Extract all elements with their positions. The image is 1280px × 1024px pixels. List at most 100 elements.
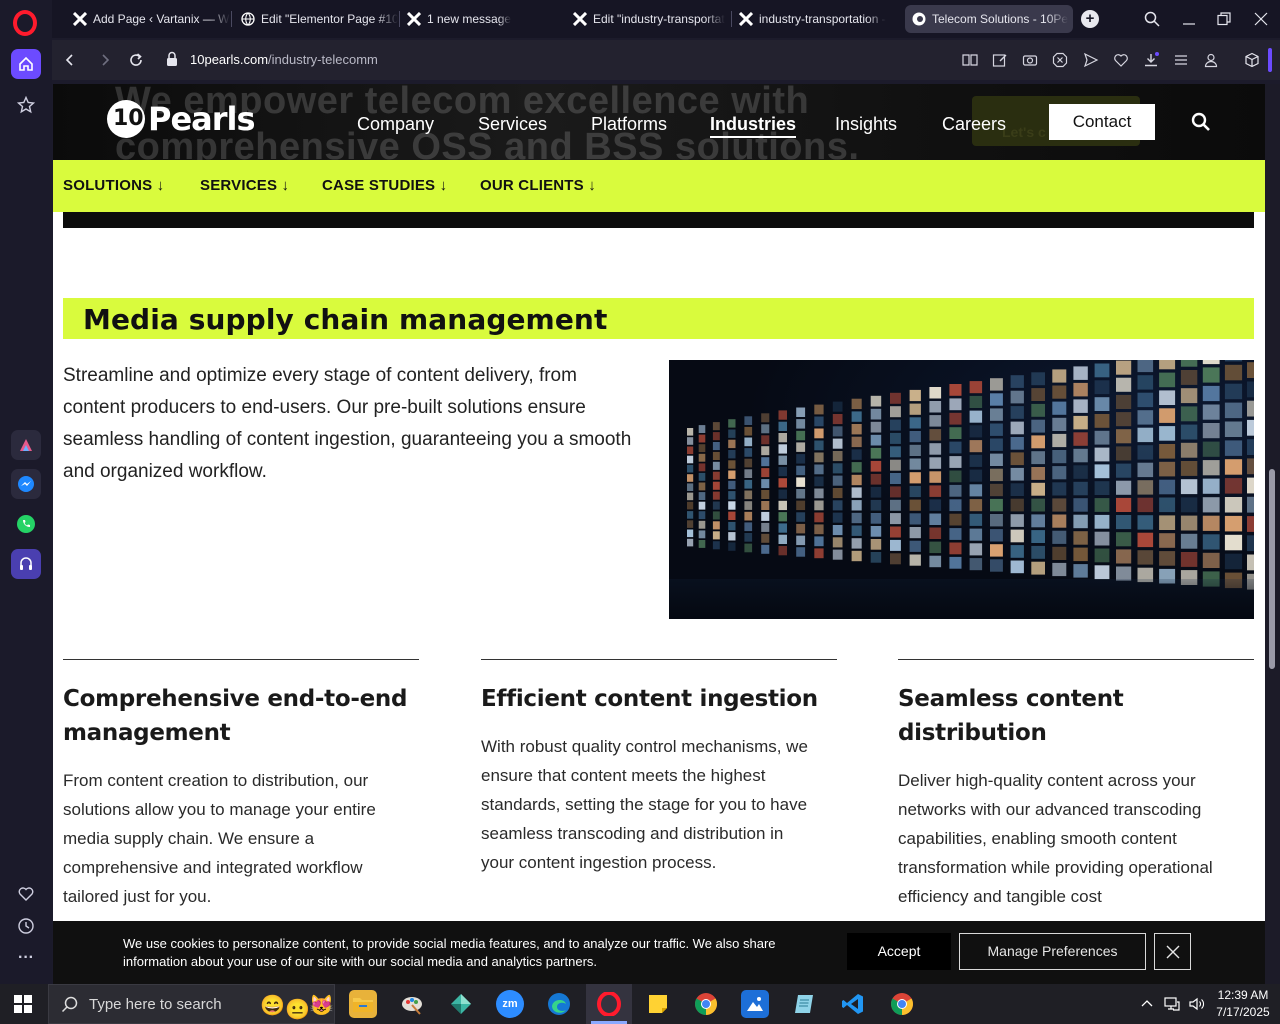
video-screen-tile xyxy=(698,501,706,510)
back-button[interactable] xyxy=(60,50,80,70)
minimize-button[interactable] xyxy=(1178,8,1200,30)
new-tab-button[interactable]: + xyxy=(1081,10,1099,28)
video-screen-tile xyxy=(1137,480,1154,495)
downloads-icon[interactable] xyxy=(1141,50,1161,70)
video-screen-tile xyxy=(909,389,921,402)
url-field[interactable]: 10pearls.com/industry-telecomm xyxy=(190,52,378,67)
forward-button[interactable] xyxy=(95,50,115,70)
nav-insights[interactable]: Insights xyxy=(835,114,897,135)
tab-telecom-solutions[interactable]: Telecom Solutions - 10Pe xyxy=(905,5,1073,33)
video-screen-tile xyxy=(687,428,694,436)
windows-start-icon[interactable] xyxy=(14,995,32,1013)
video-screen-tile xyxy=(1202,460,1220,476)
close-icon[interactable] xyxy=(1154,933,1191,970)
volume-icon[interactable] xyxy=(1188,996,1206,1012)
vscode-icon[interactable] xyxy=(839,990,867,1018)
chrome-icon[interactable] xyxy=(692,990,720,1018)
video-screen-tile xyxy=(929,527,942,539)
column-divider xyxy=(898,659,1254,660)
emoji-2-icon: 😐 xyxy=(285,999,310,1021)
video-screen-tile xyxy=(1073,432,1088,446)
notepad-app-icon[interactable] xyxy=(790,990,818,1018)
video-screen-tile xyxy=(796,407,806,417)
network-icon[interactable] xyxy=(1164,996,1180,1012)
search-tabs-icon[interactable] xyxy=(1141,8,1163,30)
restore-button[interactable] xyxy=(1213,8,1235,30)
subnav-services[interactable]: SERVICES ↓ xyxy=(200,177,289,194)
photos-icon[interactable] xyxy=(741,990,769,1018)
bookmark-heart-icon[interactable] xyxy=(1111,50,1131,70)
video-screen-tile xyxy=(1137,532,1154,548)
sticky-notes-icon[interactable] xyxy=(644,990,672,1018)
video-screen-tile xyxy=(796,477,806,487)
video-screen-tile xyxy=(1010,529,1024,543)
subnav-our-clients[interactable]: OUR CLIENTS ↓ xyxy=(480,177,596,194)
easy-setup-icon[interactable] xyxy=(1171,50,1191,70)
video-screen-tile xyxy=(1159,461,1176,477)
video-screen-tile xyxy=(1094,363,1110,378)
opera-taskbar-icon[interactable] xyxy=(586,984,632,1024)
section-title-band: Media supply chain management xyxy=(63,298,1254,339)
subnav-case-studies[interactable]: CASE STUDIES ↓ xyxy=(322,177,447,194)
reload-button[interactable] xyxy=(126,50,146,70)
page-scrollbar[interactable] xyxy=(1265,84,1280,984)
cube-app-icon[interactable] xyxy=(447,990,475,1018)
ad-blocker-icon[interactable] xyxy=(1050,50,1070,70)
10pearls-logo[interactable]: 10 Pearls xyxy=(107,100,256,138)
taskbar-search-box[interactable]: Type here to search 😄 😐 😻 xyxy=(48,984,335,1024)
scrollbar-thumb[interactable] xyxy=(1269,469,1275,669)
nav-careers[interactable]: Careers xyxy=(942,114,1006,135)
taskbar-clock[interactable]: 12:39 AM 7/17/2025 xyxy=(1210,987,1276,1021)
nav-platforms[interactable]: Platforms xyxy=(591,114,667,135)
edge-icon[interactable] xyxy=(545,990,573,1018)
contact-button[interactable]: Contact xyxy=(1049,104,1155,140)
chrome-2-icon[interactable] xyxy=(888,990,916,1018)
video-screen-tile xyxy=(1073,366,1088,380)
opera-logo-icon[interactable] xyxy=(13,10,37,36)
video-screen-tile xyxy=(1073,564,1088,578)
search-icon[interactable] xyxy=(1191,112,1211,137)
accept-cookies-button[interactable]: Accept xyxy=(847,933,951,970)
subnav-solutions[interactable]: SOLUTIONS ↓ xyxy=(63,177,164,194)
video-screen-tile xyxy=(1224,421,1243,437)
cookie-banner: We use cookies to personalize content, t… xyxy=(53,921,1265,984)
nav-services[interactable]: Services xyxy=(478,114,547,135)
tab-edit-industry[interactable]: Edit "industry-transportat xyxy=(566,5,730,33)
extensions-cube-icon[interactable] xyxy=(1242,50,1262,70)
manage-preferences-button[interactable]: Manage Preferences xyxy=(959,933,1146,970)
camera-icon[interactable] xyxy=(1020,50,1040,70)
video-screen-tile xyxy=(778,489,787,499)
heart-icon[interactable] xyxy=(11,879,41,909)
home-icon[interactable] xyxy=(11,49,41,79)
tab-add-page[interactable]: Add Page ‹ Vartanix — W xyxy=(66,5,230,33)
column-divider xyxy=(481,659,837,660)
video-screen-tile xyxy=(761,479,770,489)
reader-mode-icon[interactable] xyxy=(960,50,980,70)
file-explorer-icon[interactable] xyxy=(349,990,377,1018)
tray-chevron-up-icon[interactable] xyxy=(1140,997,1154,1011)
tab-new-message[interactable]: 1 new message xyxy=(400,5,564,33)
sidebar-panel-indicator xyxy=(1268,48,1272,72)
tab-industry-transportation[interactable]: industry-transportation - xyxy=(732,5,896,33)
column-divider xyxy=(63,659,419,660)
star-icon[interactable] xyxy=(11,90,41,120)
tab-edit-elementor[interactable]: Edit "Elementor Page #10 xyxy=(234,5,398,33)
video-screen-tile xyxy=(761,457,770,467)
profile-icon[interactable] xyxy=(1201,50,1221,70)
messenger-icon[interactable] xyxy=(11,469,41,499)
paint-app-icon[interactable] xyxy=(398,990,426,1018)
whatsapp-icon[interactable] xyxy=(11,509,41,539)
aria-icon[interactable] xyxy=(11,430,41,460)
close-window-button[interactable] xyxy=(1250,8,1272,30)
nav-industries[interactable]: Industries xyxy=(710,114,797,138)
edit-page-icon[interactable] xyxy=(990,50,1010,70)
history-icon[interactable] xyxy=(11,911,41,941)
music-player-icon[interactable] xyxy=(11,549,41,579)
send-icon[interactable] xyxy=(1081,50,1101,70)
zoom-icon[interactable]: zm xyxy=(496,990,524,1018)
nav-company[interactable]: Company xyxy=(357,114,434,135)
10pearls-favicon-icon xyxy=(911,11,927,27)
video-screen-tile xyxy=(969,499,983,512)
lock-icon[interactable] xyxy=(166,51,178,72)
more-dots-icon[interactable]: ··· xyxy=(11,943,41,973)
